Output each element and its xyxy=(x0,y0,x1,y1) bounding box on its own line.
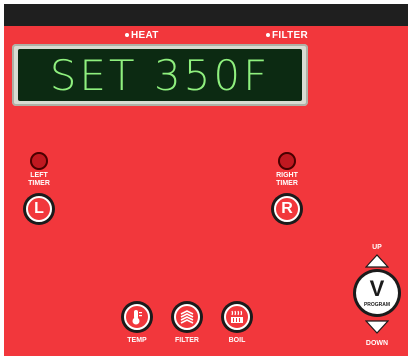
boil-label: BOIL xyxy=(228,337,246,344)
boil-icon xyxy=(231,310,243,323)
program-control: UP V PROGRAM DOWN xyxy=(349,244,405,354)
up-label: UP xyxy=(372,244,382,251)
filter-button-face xyxy=(174,304,200,330)
temp-label: TEMP xyxy=(127,337,147,344)
program-label: PROGRAM xyxy=(363,302,391,308)
left-timer-led xyxy=(30,152,48,170)
heat-indicator-dot xyxy=(125,33,129,38)
top-bar xyxy=(4,4,408,26)
temp-button[interactable] xyxy=(121,301,153,333)
left-timer-button[interactable]: L xyxy=(23,193,55,225)
filter-button[interactable] xyxy=(171,301,203,333)
program-button[interactable]: V PROGRAM xyxy=(353,269,401,317)
right-timer-label-line1: RIGHT xyxy=(276,172,298,179)
filter-label: FILTER xyxy=(175,337,199,344)
temp-button-face xyxy=(124,304,150,330)
right-timer-button[interactable]: R xyxy=(271,193,303,225)
control-panel: HEAT FILTER SET 350F LEFT TIMER L RIGHT … xyxy=(4,4,408,356)
right-timer-led xyxy=(278,152,296,170)
right-timer-button-label: R xyxy=(274,196,300,222)
right-timer-label-line2: TIMER xyxy=(276,180,298,187)
left-timer-label-line1: LEFT xyxy=(30,172,48,179)
down-arrow-icon[interactable] xyxy=(365,320,389,334)
up-arrow-icon[interactable] xyxy=(365,254,389,268)
boil-button[interactable] xyxy=(221,301,253,333)
boil-button-face xyxy=(224,304,250,330)
thermometer-icon xyxy=(132,310,142,325)
left-timer-label-line2: TIMER xyxy=(28,180,50,187)
left-timer-button-label: L xyxy=(26,196,52,222)
display-text: SET 350F xyxy=(49,50,271,100)
right-timer-label: RIGHT TIMER xyxy=(268,172,306,188)
display-bezel: SET 350F xyxy=(12,44,308,106)
filter-indicator-label: FILTER xyxy=(272,30,309,41)
filter-indicator-dot xyxy=(266,33,270,38)
filter-indicator: FILTER xyxy=(266,30,308,41)
v-logo: V xyxy=(369,276,385,301)
heat-indicator: HEAT xyxy=(125,30,159,41)
program-button-face: V PROGRAM xyxy=(356,272,398,314)
heat-indicator-label: HEAT xyxy=(131,30,159,41)
down-label: DOWN xyxy=(365,340,389,347)
lcd-display: SET 350F xyxy=(18,49,302,101)
left-timer-label: LEFT TIMER xyxy=(20,172,58,188)
filter-icon xyxy=(180,310,194,324)
